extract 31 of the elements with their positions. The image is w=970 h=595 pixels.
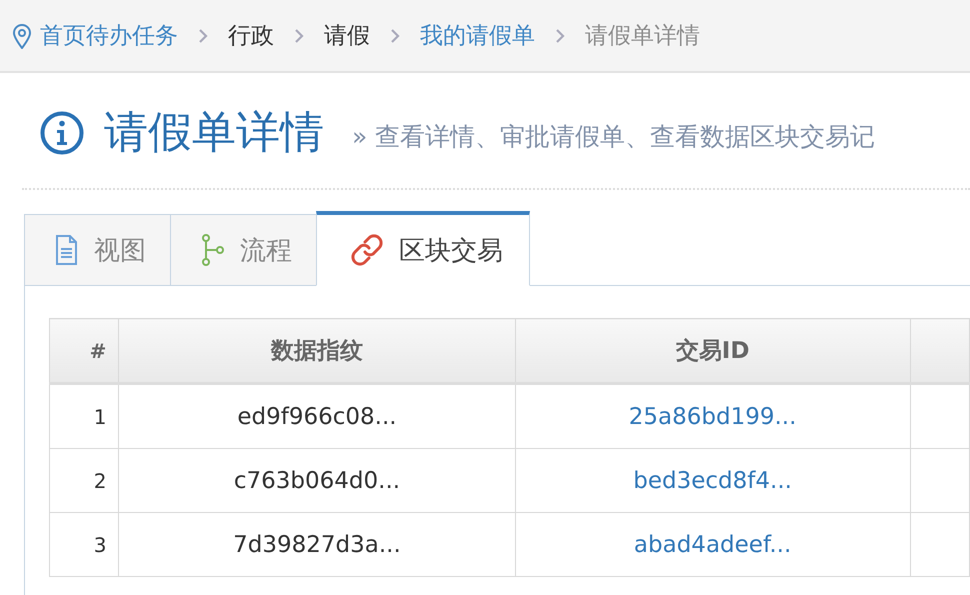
tab[interactable]: 视图 [24,214,170,286]
breadcrumb-item[interactable]: 我的请假单 [420,20,535,51]
map-pin-icon [12,22,32,48]
page-subtitle: » 查看详情、审批请假单、查看数据区块交易记 [352,121,876,153]
branch-icon [201,234,224,266]
breadcrumb-item[interactable]: 首页待办任务 [40,20,178,51]
column-header: 数据指纹 [118,318,516,384]
table-cell: c763b064d0... [118,448,516,512]
page-title: 请假单详情 [104,106,324,160]
breadcrumb-item: 请假 [324,22,370,51]
transaction-link[interactable]: 25a86bd199... [628,404,796,430]
link-icon [351,234,383,266]
column-header: 交易ID [515,318,910,384]
chevron-icon [294,28,304,44]
table-cell: 2 [50,448,119,512]
table-cell: 3 [50,512,119,576]
table-cell: ed9f966c08... [118,384,516,448]
breadcrumb-item: 行政 [228,22,274,51]
column-header: # [50,318,119,384]
chevron-icon [555,28,565,44]
document-icon [55,235,78,265]
table-cell: 7d39827d3a... [118,512,516,576]
tab[interactable]: 流程 [170,214,316,286]
table-cell: 1 [50,384,119,448]
chevron-icon [198,28,208,44]
transaction-link[interactable]: abad4adeef... [634,532,792,558]
transaction-link[interactable]: bed3ecd8f4... [633,468,792,494]
tab[interactable]: 区块交易 [316,211,530,286]
breadcrumb-item: 请假单详情 [585,22,700,51]
chevron-icon [390,28,400,44]
info-icon [40,110,84,154]
